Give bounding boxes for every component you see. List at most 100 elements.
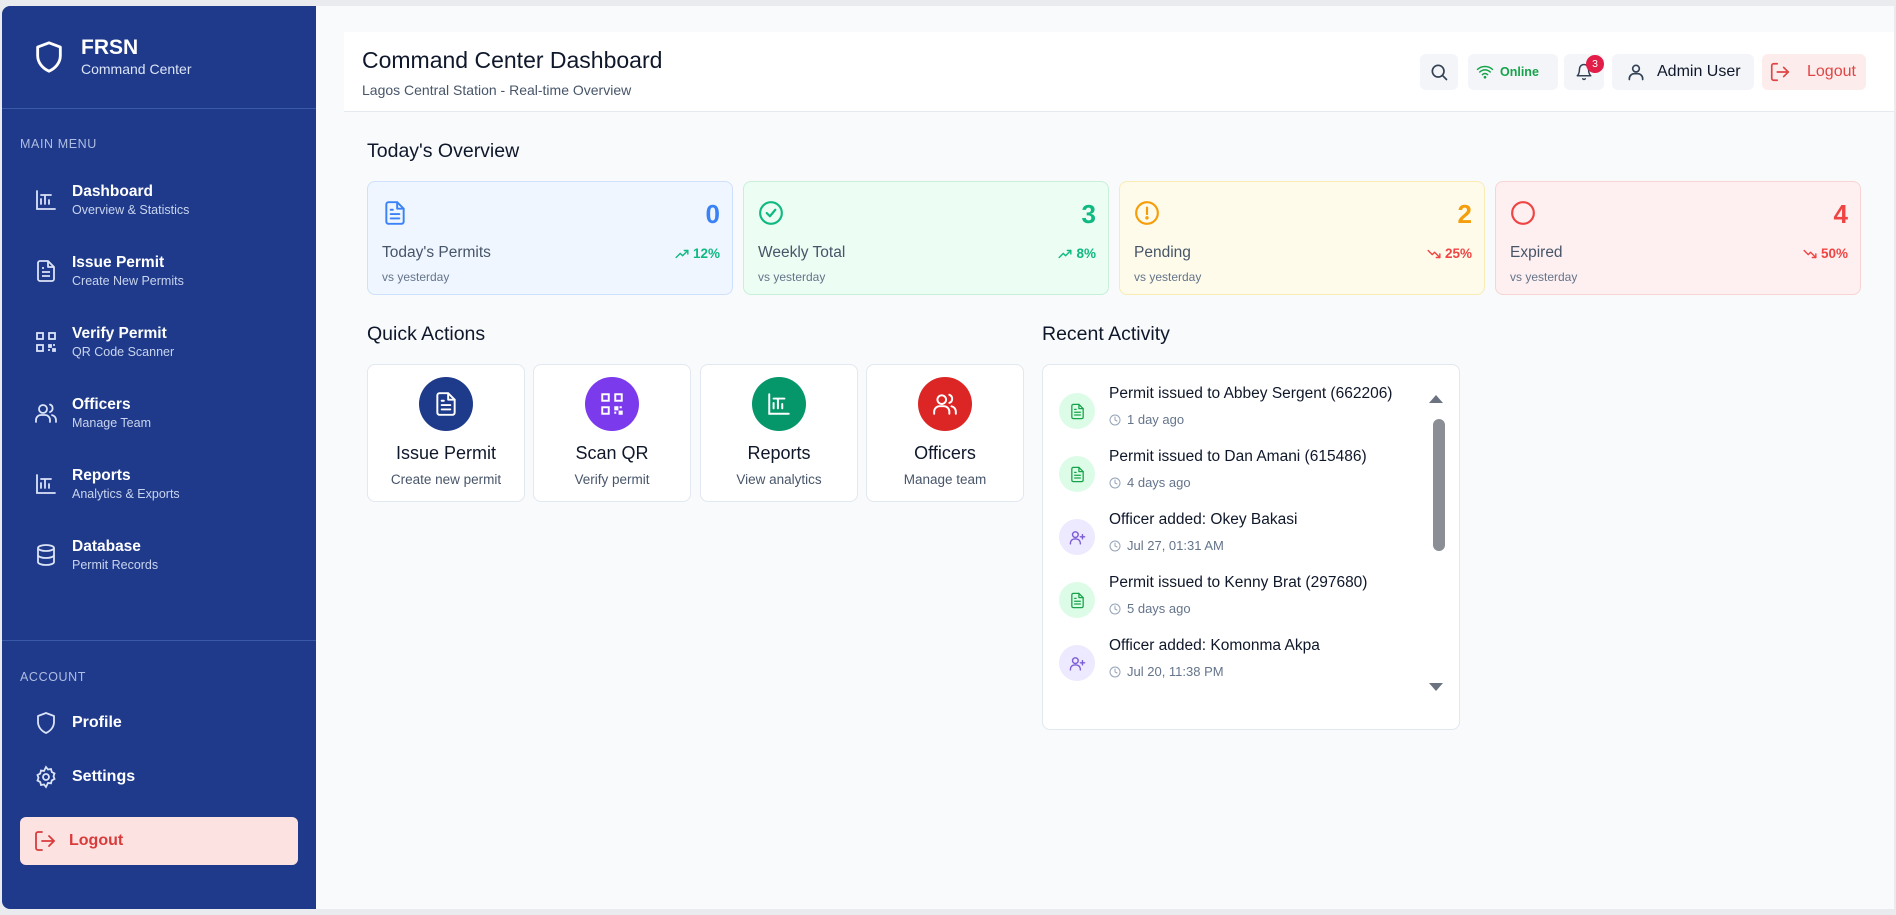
recent-activity-title: Recent Activity	[1042, 323, 1170, 345]
stat-card[interactable]: 2 Pending 25% vs yesterday	[1119, 181, 1485, 295]
quick-action-subtitle: View analytics	[736, 472, 822, 487]
logout-icon	[35, 831, 55, 851]
quick-action-officers[interactable]: Officers Manage team	[866, 364, 1024, 502]
sidebar-item-settings[interactable]: Settings	[2, 757, 316, 797]
stat-trend-value: 8%	[1076, 246, 1096, 261]
clock-icon	[1109, 666, 1127, 678]
stat-footnote: vs yesterday	[1510, 270, 1578, 284]
sidebar-logout-button[interactable]: Logout	[20, 817, 298, 865]
recent-activity-panel[interactable]: Permit issued to Abbey Sergent (662206) …	[1042, 364, 1460, 730]
notifications-button[interactable]: 3	[1564, 54, 1604, 90]
users-icon	[35, 403, 57, 423]
search-button[interactable]	[1420, 54, 1458, 90]
stat-value: 0	[705, 199, 720, 229]
quick-action-icon-circle	[752, 377, 806, 431]
brand[interactable]: FRSN Command Center	[2, 6, 316, 109]
sidebar-item-reports[interactable]: Reports Analytics & Exports	[2, 454, 316, 514]
qr-code-icon	[599, 391, 625, 417]
scroll-down-arrow[interactable]	[1429, 683, 1443, 691]
sidebar-item-subtitle: Manage Team	[72, 416, 151, 430]
sidebar-item-officers[interactable]: Officers Manage Team	[2, 383, 316, 443]
brand-subtitle: Command Center	[81, 61, 192, 77]
stat-footnote: vs yesterday	[1134, 270, 1202, 284]
scrollbar-thumb[interactable]	[1433, 419, 1445, 551]
stat-card[interactable]: 4 Expired 50% vs yesterday	[1495, 181, 1861, 295]
page-subtitle: Lagos Central Station - Real-time Overvi…	[362, 82, 632, 98]
activity-text: Permit issued to Abbey Sergent (662206)	[1109, 385, 1393, 402]
stat-trend: 50%	[1803, 246, 1848, 261]
activity-icon-circle	[1059, 393, 1095, 429]
stat-card[interactable]: 3 Weekly Total 8% vs yesterday	[743, 181, 1109, 295]
overview-title: Today's Overview	[367, 140, 520, 162]
header-logout-button[interactable]: Logout	[1762, 54, 1866, 90]
sidebar-item-title: Settings	[72, 768, 136, 785]
notification-badge: 3	[1586, 55, 1604, 73]
clock-icon	[1109, 603, 1127, 615]
sidebar-item-subtitle: Create New Permits	[72, 274, 184, 288]
file-text-icon	[1069, 592, 1086, 609]
activity-time-label: 5 days ago	[1127, 601, 1191, 616]
file-text-icon	[1069, 403, 1086, 420]
stat-trend-value: 50%	[1820, 246, 1848, 261]
sidebar-item-title: Officers	[72, 396, 131, 413]
sidebar-item-title: Dashboard	[72, 183, 153, 200]
users-icon	[932, 391, 958, 417]
file-text-icon	[433, 391, 459, 417]
quick-action-subtitle: Verify permit	[574, 472, 650, 487]
file-text-icon	[1069, 466, 1086, 483]
sidebar-item-title: Profile	[72, 714, 122, 731]
user-plus-icon	[1069, 529, 1086, 546]
quick-action-subtitle: Manage team	[903, 472, 987, 487]
activity-text: Officer added: Komonma Akpa	[1109, 637, 1320, 654]
activity-item[interactable]: Officer added: Komonma Akpa Jul 20, 11:3…	[1059, 637, 1429, 700]
sidebar-item-dashboard[interactable]: Dashboard Overview & Statistics	[2, 170, 316, 230]
stat-card[interactable]: 0 Today's Permits 12% vs yesterday	[367, 181, 733, 295]
activity-icon-circle	[1059, 456, 1095, 492]
stat-value: 2	[1457, 199, 1472, 229]
sidebar-item-verify-permit[interactable]: Verify Permit QR Code Scanner	[2, 312, 316, 372]
stat-trend-value: 25%	[1444, 246, 1472, 261]
quick-action-scan-qr[interactable]: Scan QR Verify permit	[533, 364, 691, 502]
database-icon	[37, 544, 55, 566]
wifi-icon	[1476, 65, 1494, 79]
quick-action-reports[interactable]: Reports View analytics	[700, 364, 858, 502]
stat-label: Today's Permits	[382, 244, 491, 261]
quick-action-icon-circle	[918, 377, 972, 431]
activity-list: Permit issued to Abbey Sergent (662206) …	[1043, 365, 1429, 729]
activity-item[interactable]: Permit issued to Dan Amani (615486) 4 da…	[1059, 448, 1429, 511]
stat-trend: 25%	[1427, 246, 1472, 261]
quick-action-issue-permit[interactable]: Issue Permit Create new permit	[367, 364, 525, 502]
alert-circle-icon	[1134, 200, 1160, 226]
activity-time: Jul 20, 11:38 PM	[1109, 664, 1224, 679]
quick-action-title: Scan QR	[575, 443, 649, 463]
main-menu-label: MAIN MENU	[20, 137, 97, 151]
quick-action-title: Reports	[747, 443, 811, 463]
sidebar-item-profile[interactable]: Profile	[2, 703, 316, 743]
file-text-icon	[37, 260, 55, 282]
sidebar-item-subtitle: Analytics & Exports	[72, 487, 180, 501]
sidebar-item-subtitle: QR Code Scanner	[72, 345, 175, 359]
brand-name: FRSN	[81, 36, 139, 59]
activity-item[interactable]: Permit issued to Kenny Brat (297680) 5 d…	[1059, 574, 1429, 637]
clock-icon	[1109, 540, 1127, 552]
file-text-icon	[382, 200, 408, 226]
sidebar-item-database[interactable]: Database Permit Records	[2, 525, 316, 585]
activity-icon-circle	[1059, 645, 1095, 681]
activity-item[interactable]: Permit issued to Abbey Sergent (662206) …	[1059, 385, 1429, 448]
stat-label: Pending	[1134, 244, 1191, 261]
bar-chart-icon	[766, 391, 792, 417]
sidebar-item-title: Verify Permit	[72, 325, 167, 342]
sidebar: FRSN Command Center MAIN MENU Dashboard O…	[2, 6, 316, 909]
account-label: ACCOUNT	[20, 670, 87, 684]
page-title: Command Center Dashboard	[362, 47, 663, 73]
activity-time: 4 days ago	[1109, 475, 1191, 490]
activity-time-label: 4 days ago	[1127, 475, 1191, 490]
user-menu-button[interactable]: Admin User	[1612, 54, 1754, 90]
check-circle-icon	[758, 200, 784, 226]
scroll-up-arrow[interactable]	[1429, 395, 1443, 403]
stat-footnote: vs yesterday	[758, 270, 826, 284]
page-header: Command Center Dashboard Lagos Central S…	[344, 32, 1894, 112]
search-icon	[1431, 64, 1448, 81]
sidebar-item-issue-permit[interactable]: Issue Permit Create New Permits	[2, 241, 316, 301]
activity-item[interactable]: Officer added: Okey Bakasi Jul 27, 01:31…	[1059, 511, 1429, 574]
